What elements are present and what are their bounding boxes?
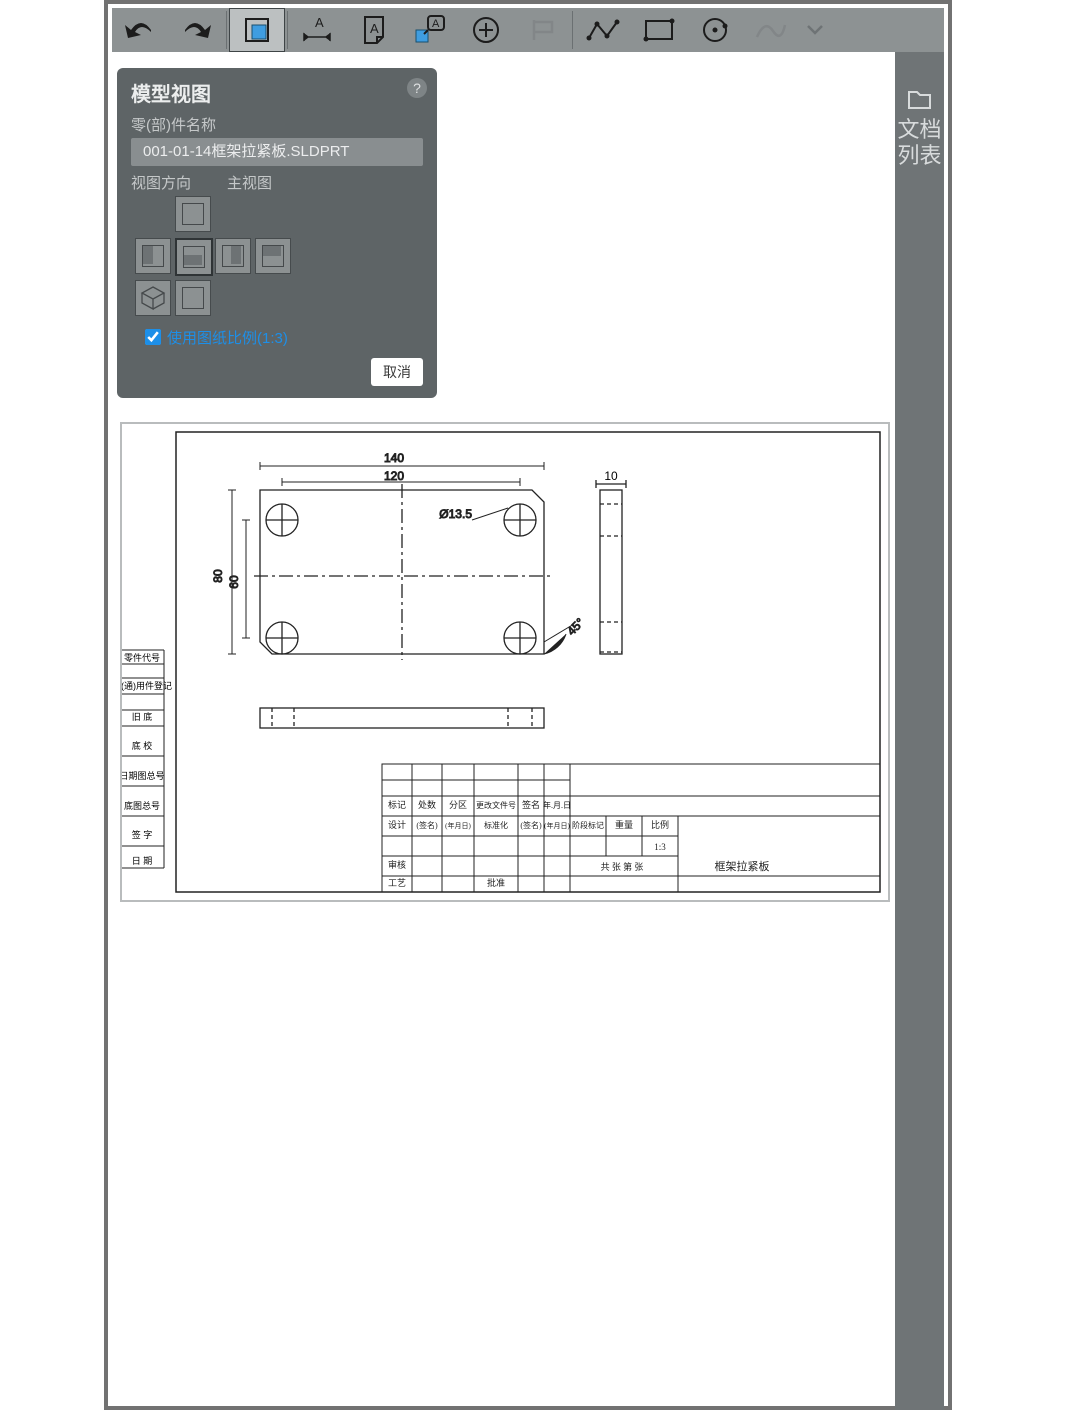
side-7: 日 期: [132, 856, 153, 866]
part-name-label: 零(部)件名称: [131, 114, 216, 135]
linear-dim-button[interactable]: A: [290, 8, 346, 52]
model-view-button[interactable]: [229, 8, 285, 52]
rectangle-button[interactable]: [631, 8, 687, 52]
view-front[interactable]: [175, 196, 211, 232]
balloon-button[interactable]: A: [402, 8, 458, 52]
main-view-label: 主视图: [227, 172, 272, 193]
view-left[interactable]: [135, 238, 171, 274]
svg-text:比例: 比例: [651, 819, 669, 830]
view-bottom[interactable]: [175, 280, 211, 316]
svg-text:(年月日): (年月日): [544, 821, 570, 830]
part-filename[interactable]: 001-01-14框架拉紧板.SLDPRT: [131, 138, 423, 166]
toolbar-more-button[interactable]: [799, 8, 831, 52]
svg-text:(年月日): (年月日): [445, 821, 471, 830]
view-top[interactable]: [175, 238, 213, 276]
svg-text:1:3: 1:3: [654, 842, 666, 852]
svg-text:阶段标记: 阶段标记: [572, 820, 604, 830]
drawing-svg: 140 120 80 60 Ø13.5 45° 10: [122, 424, 888, 900]
svg-text:重量: 重量: [615, 819, 633, 830]
scale-checkbox-label: 使用图纸比例(1:3): [167, 327, 288, 348]
dim-80: 80: [211, 569, 225, 583]
help-icon[interactable]: ?: [407, 78, 427, 98]
dim-60: 60: [227, 575, 241, 589]
svg-text:(签名): (签名): [520, 820, 542, 830]
view-iso[interactable]: [135, 280, 171, 316]
dim-10: 10: [604, 469, 618, 483]
view-right[interactable]: [215, 238, 251, 274]
drawing-sheet: 140 120 80 60 Ø13.5 45° 10: [120, 422, 890, 902]
dim-120: 120: [384, 469, 404, 483]
svg-text:处数: 处数: [418, 799, 436, 810]
side-2: 旧 底: [132, 711, 153, 722]
side-3: 底 校: [132, 740, 153, 751]
orientation-label: 视图方向: [131, 172, 191, 193]
svg-text:(签名): (签名): [416, 820, 438, 830]
note-button[interactable]: A: [346, 8, 402, 52]
svg-text:A: A: [370, 21, 379, 36]
dim-diam: Ø13.5: [439, 507, 472, 521]
circle-button[interactable]: [687, 8, 743, 52]
svg-text:工艺: 工艺: [388, 878, 406, 888]
redo-button[interactable]: [168, 8, 224, 52]
cancel-button[interactable]: 取消: [371, 358, 423, 386]
view-back[interactable]: [255, 238, 291, 274]
scale-checkbox-input[interactable]: [145, 329, 161, 345]
dim-angle: 45°: [564, 615, 587, 638]
side-4: 日期图总号: [122, 770, 165, 781]
toolbar: A A A: [112, 8, 944, 52]
side-0: 零件代号: [124, 652, 160, 663]
model-view-panel: 模型视图 ? 零(部)件名称 001-01-14框架拉紧板.SLDPRT 视图方…: [117, 68, 437, 398]
part-name: 框架拉紧板: [715, 859, 770, 873]
side-6: 签 字: [132, 829, 153, 840]
add-button[interactable]: [458, 8, 514, 52]
svg-text:更改文件号: 更改文件号: [476, 800, 516, 810]
panel-title: 模型视图: [131, 78, 211, 107]
spline-button[interactable]: [743, 8, 799, 52]
side-5: 底图总号: [124, 800, 160, 811]
side-1: 借(通)用件登记: [122, 680, 172, 691]
svg-text:A: A: [432, 18, 440, 30]
dim-140: 140: [384, 451, 404, 465]
svg-text:标准化: 标准化: [484, 820, 508, 830]
svg-text:年.月.日: 年.月.日: [543, 800, 571, 810]
undo-button[interactable]: [112, 8, 168, 52]
datum-button[interactable]: [514, 8, 570, 52]
svg-text:设计: 设计: [388, 819, 406, 830]
svg-text:分区: 分区: [449, 800, 467, 810]
svg-text:审核: 审核: [388, 859, 406, 870]
polyline-button[interactable]: [575, 8, 631, 52]
svg-text:批准: 批准: [487, 877, 505, 888]
svg-text:签名: 签名: [522, 799, 540, 810]
right-rail[interactable]: 文档列表: [895, 52, 944, 1410]
svg-text:共 张 第 张: 共 张 第 张: [601, 861, 644, 872]
doc-list-label: 文档列表: [895, 117, 944, 169]
svg-text:A: A: [315, 15, 324, 30]
use-sheet-scale-checkbox[interactable]: 使用图纸比例(1:3): [141, 326, 288, 348]
svg-text:标记: 标记: [388, 799, 406, 810]
app-frame: 140 120 80 60 Ø13.5 45° 10: [104, 0, 952, 1410]
folder-icon: [907, 86, 932, 111]
